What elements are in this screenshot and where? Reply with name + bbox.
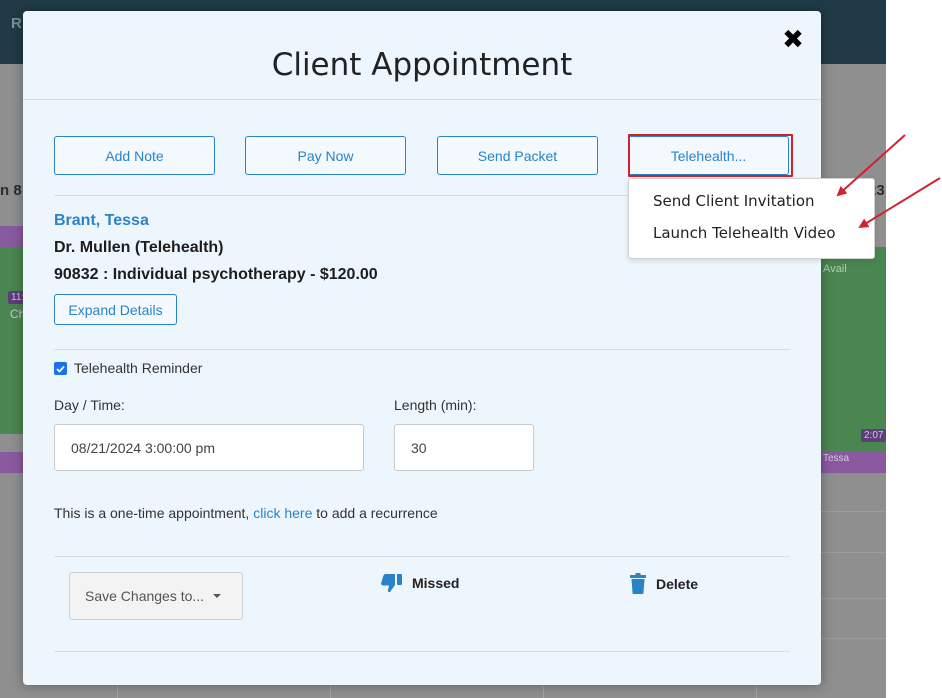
telehealth-dropdown-menu: Send Client Invitation Launch Telehealth… — [628, 178, 875, 259]
calendar-available-block[interactable] — [0, 247, 23, 434]
calendar-grid-line — [820, 511, 886, 512]
appointment-modal: Client Appointment ✖ Add Note Pay Now Se… — [23, 11, 821, 685]
send-client-invitation-item[interactable]: Send Client Invitation — [653, 192, 815, 210]
day-time-input[interactable]: 08/21/2024 3:00:00 pm — [54, 424, 364, 471]
day-time-label: Day / Time: — [54, 397, 125, 413]
recurrence-text-after: to add a recurrence — [312, 505, 438, 521]
send-packet-button[interactable]: Send Packet — [437, 136, 598, 175]
missed-button[interactable]: Missed — [380, 573, 459, 593]
close-icon[interactable]: ✖ — [781, 26, 805, 52]
calendar-available-block-right[interactable] — [821, 247, 886, 452]
caret-down-icon — [213, 594, 222, 598]
expand-details-button[interactable]: Expand Details — [54, 294, 177, 325]
save-changes-dropdown[interactable]: Save Changes to... — [69, 572, 243, 620]
telehealth-reminder-checkbox[interactable] — [54, 362, 67, 375]
missed-label: Missed — [412, 575, 460, 591]
length-input[interactable]: 30 — [394, 424, 534, 471]
calendar-grid-line — [756, 686, 757, 698]
title-divider — [23, 99, 821, 100]
bottom-divider — [54, 651, 790, 652]
calendar-event-bar[interactable] — [0, 452, 23, 473]
app-brand: R — [11, 15, 22, 32]
calendar-event-time-right: 2:07 — [861, 429, 886, 442]
service-description: 90832 : Individual psychotherapy - $120.… — [54, 266, 378, 283]
trash-icon — [630, 573, 646, 594]
length-label: Length (min): — [394, 397, 477, 413]
calendar-grid-line — [820, 638, 886, 639]
calendar-event-bar[interactable] — [0, 226, 23, 247]
pay-now-button[interactable]: Pay Now — [245, 136, 406, 175]
calendar-grid-line — [543, 686, 544, 698]
add-recurrence-link[interactable]: click here — [253, 505, 312, 521]
telehealth-reminder-label: Telehealth Reminder — [74, 360, 203, 376]
calendar-column-header-left: n 8 — [0, 182, 22, 199]
section-divider — [54, 349, 790, 350]
provider-name: Dr. Mullen (Telehealth) — [54, 239, 224, 256]
add-note-button[interactable]: Add Note — [54, 136, 215, 175]
delete-button[interactable]: Delete — [629, 573, 698, 594]
calendar-grid-line — [117, 686, 118, 698]
check-icon — [56, 365, 65, 373]
client-name-link[interactable]: Brant, Tessa — [54, 212, 149, 230]
delete-label: Delete — [656, 575, 699, 592]
calendar-event-name-right: Tessa — [823, 453, 850, 464]
recurrence-text: This is a one-time appointment, click he… — [54, 505, 438, 521]
calendar-grid-line — [330, 686, 331, 698]
calendar-event-bar-right[interactable]: Tessa — [821, 452, 886, 473]
calendar-grid-line — [820, 598, 886, 599]
footer-divider — [54, 556, 790, 557]
calendar-available-label: Avail — [823, 263, 847, 275]
save-changes-label: Save Changes to... — [85, 588, 205, 604]
recurrence-text-before: This is a one-time appointment, — [54, 505, 254, 521]
thumbs-down-icon — [381, 574, 402, 593]
telehealth-button[interactable]: Telehealth... — [628, 136, 789, 175]
calendar-grid-line — [820, 552, 886, 553]
modal-title: Client Appointment — [271, 47, 573, 83]
launch-telehealth-video-item[interactable]: Launch Telehealth Video — [653, 224, 836, 242]
